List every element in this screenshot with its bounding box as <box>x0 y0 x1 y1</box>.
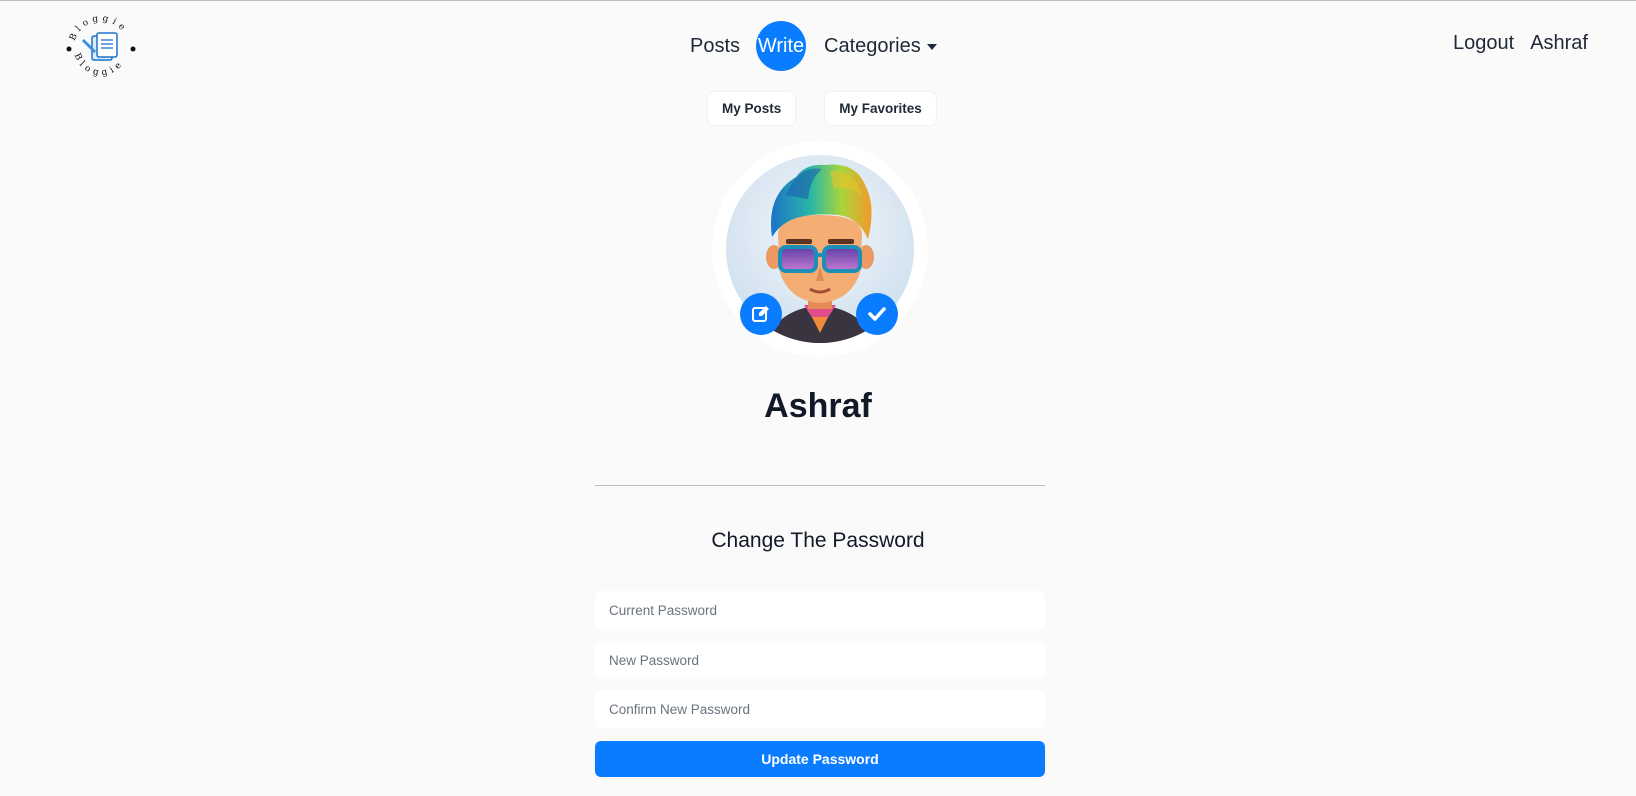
user-nav: Logout Ashraf <box>1453 32 1588 55</box>
update-password-button[interactable]: Update Password <box>595 741 1045 777</box>
logout-link[interactable]: Logout <box>1453 32 1514 55</box>
current-password-field[interactable] <box>595 591 1045 629</box>
new-password-field[interactable] <box>595 641 1045 679</box>
my-posts-button[interactable]: My Posts <box>708 92 796 125</box>
my-favorites-button[interactable]: My Favorites <box>825 92 936 125</box>
check-icon <box>868 307 886 321</box>
profile-name: Ashraf <box>764 387 872 425</box>
nav-posts-link[interactable]: Posts <box>690 35 740 58</box>
confirm-password-field[interactable] <box>595 690 1045 728</box>
divider <box>595 485 1045 486</box>
change-password-title: Change The Password <box>711 529 925 552</box>
logo-icon: Bloggie Bloggie <box>66 14 136 78</box>
main-nav: Posts Write Categories <box>690 21 937 71</box>
profile-sub-tabs: My Posts My Favorites <box>708 92 936 125</box>
avatar-container <box>712 141 928 357</box>
caret-down-icon <box>926 44 937 50</box>
nav-write-button[interactable]: Write <box>756 21 807 71</box>
edit-avatar-button[interactable] <box>740 293 782 335</box>
nav-categories-dropdown[interactable]: Categories <box>824 35 937 58</box>
edit-icon <box>752 306 769 322</box>
nav-categories-label: Categories <box>824 34 921 57</box>
logo[interactable]: Bloggie Bloggie <box>62 9 140 87</box>
confirm-avatar-button[interactable] <box>856 293 898 335</box>
username-link[interactable]: Ashraf <box>1530 32 1588 55</box>
